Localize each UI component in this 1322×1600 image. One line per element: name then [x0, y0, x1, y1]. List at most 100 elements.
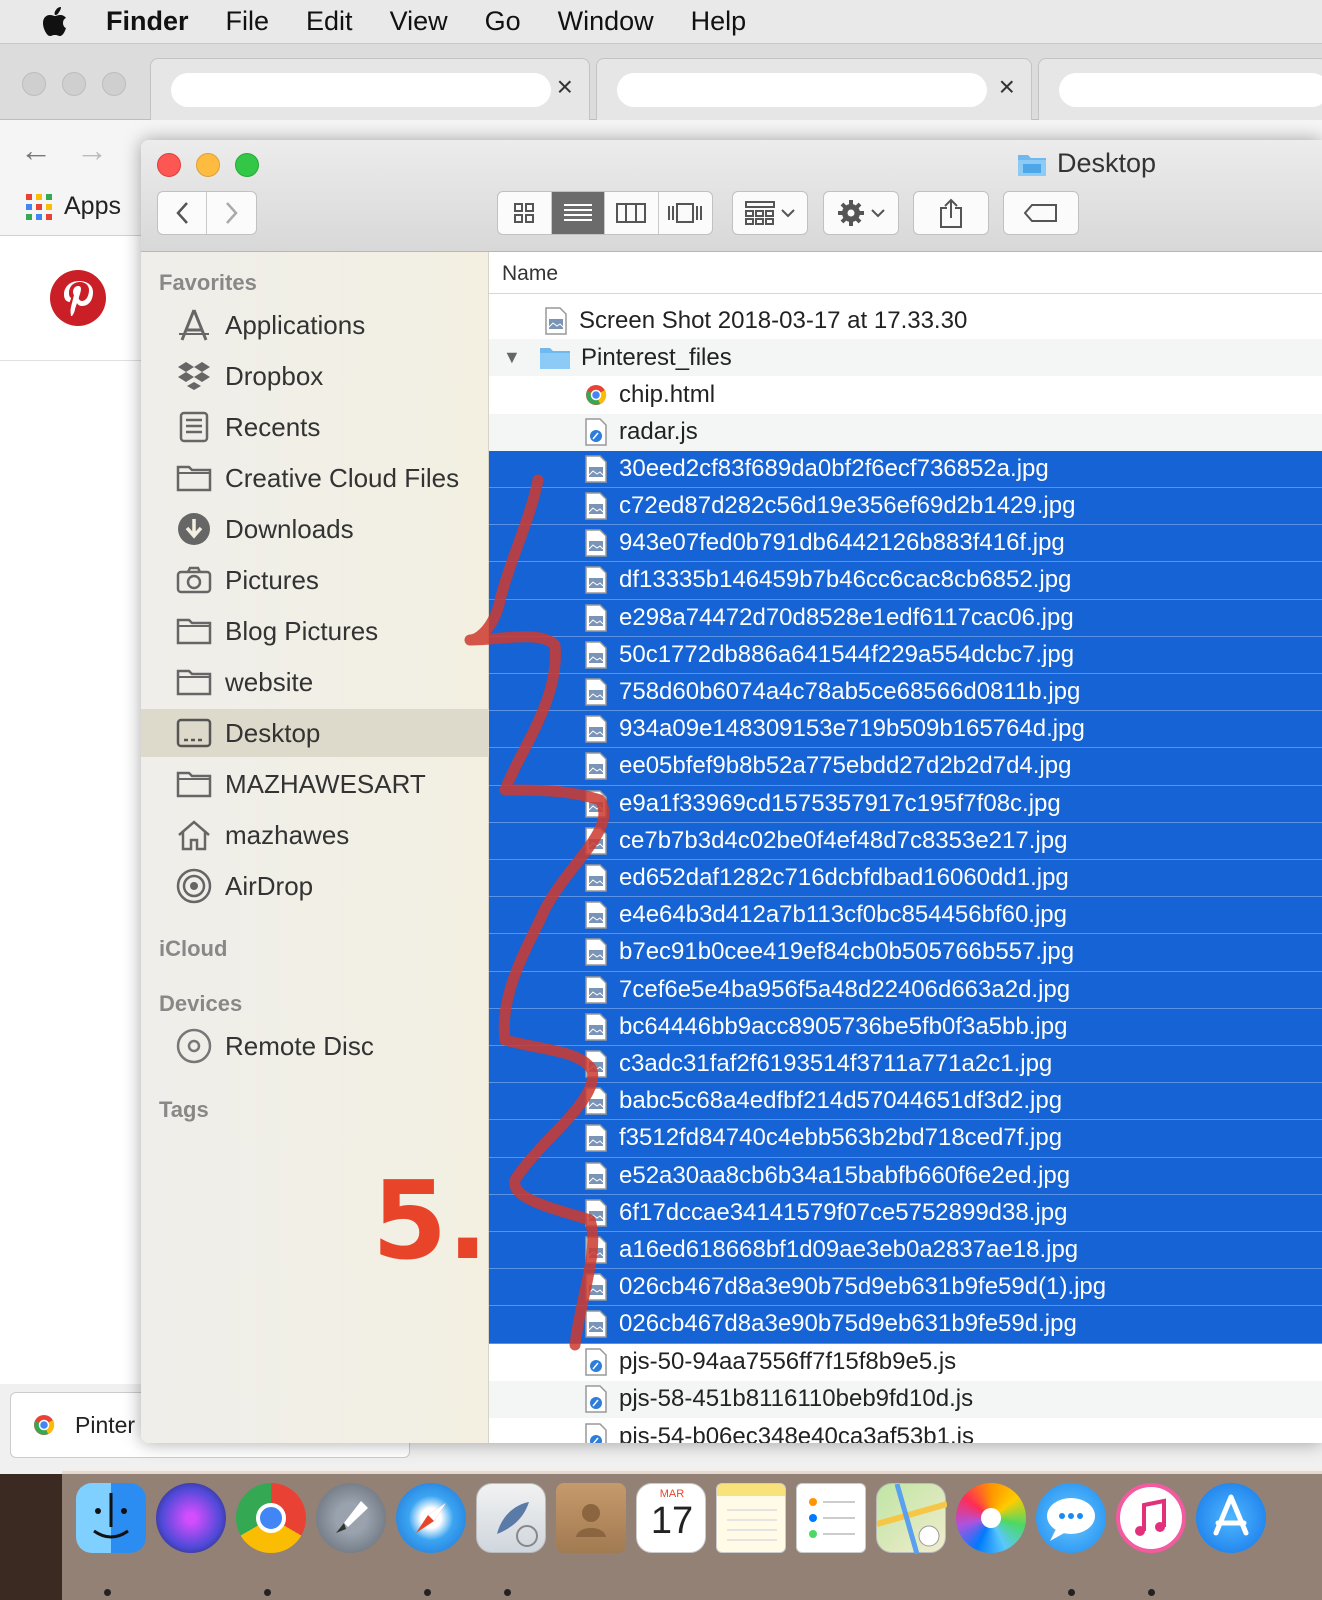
- notes-dock-icon[interactable]: [716, 1483, 786, 1553]
- file-row[interactable]: 6f17dccae34141579f07ce5752899d38.jpg: [489, 1194, 1322, 1232]
- menu-view[interactable]: View: [390, 6, 448, 37]
- chrome-tab[interactable]: ×: [150, 58, 590, 120]
- file-row[interactable]: 943e07fed0b791db6442126b883f416f.jpg: [489, 525, 1322, 563]
- zoom-button[interactable]: [235, 153, 259, 177]
- file-row[interactable]: 758d60b6074a4c78ab5ce68566d0811b.jpg: [489, 674, 1322, 712]
- sidebar-item-applications[interactable]: Applications: [141, 301, 489, 349]
- file-row[interactable]: babc5c68a4edfbf214d57044651df3d2.jpg: [489, 1083, 1322, 1121]
- menu-file[interactable]: File: [226, 6, 270, 37]
- maps-dock-icon[interactable]: [876, 1483, 948, 1555]
- file-name: Pinterest_files: [581, 343, 732, 371]
- file-row[interactable]: a16ed618668bf1d09ae3eb0a2837ae18.jpg: [489, 1232, 1322, 1270]
- sidebar-item-remote-disc[interactable]: Remote Disc: [141, 1022, 489, 1070]
- back-arrow-icon[interactable]: ←: [20, 132, 52, 169]
- sidebar-item-mazhawesart[interactable]: MAZHAWESART: [141, 760, 489, 808]
- sidebar-item-home[interactable]: mazhawes: [141, 811, 489, 859]
- file-row[interactable]: 7cef6e5e4ba956f5a48d22406d663a2d.jpg: [489, 971, 1322, 1009]
- back-button[interactable]: [158, 192, 208, 234]
- file-row[interactable]: 30eed2cf83f689da0bf2f6ecf736852a.jpg: [489, 450, 1322, 488]
- image-file-icon: [583, 1049, 609, 1079]
- list-view-button[interactable]: [551, 192, 605, 234]
- file-row[interactable]: e298a74472d70d8528e1edf6117cac06.jpg: [489, 599, 1322, 637]
- file-row[interactable]: pjs-50-94aa7556ff7f15f8b9e5.js: [489, 1344, 1322, 1381]
- menu-window[interactable]: Window: [558, 6, 654, 37]
- chrome-close-button[interactable]: [22, 72, 46, 96]
- sidebar-item-blog-pictures[interactable]: Blog Pictures: [141, 607, 489, 655]
- icon-view-button[interactable]: [498, 192, 552, 234]
- file-row[interactable]: pjs-58-451b8116110beb9fd10d.js: [489, 1380, 1322, 1418]
- sidebar-item-airdrop[interactable]: AirDrop: [141, 862, 489, 910]
- messages-dock-icon[interactable]: [1036, 1483, 1106, 1553]
- minimize-button[interactable]: [196, 153, 220, 177]
- chrome-minimize-button[interactable]: [62, 72, 86, 96]
- close-tab-icon[interactable]: ×: [999, 71, 1015, 103]
- apple-menu-icon[interactable]: [40, 6, 70, 37]
- file-row[interactable]: 50c1772db886a641544f229a554dcbc7.jpg: [489, 636, 1322, 674]
- bookmark-apps[interactable]: Apps: [26, 192, 121, 221]
- file-row[interactable]: ee05bfef9b8b52a775ebdd27d2b2d7d4.jpg: [489, 748, 1322, 786]
- tags-button[interactable]: [1003, 191, 1079, 235]
- launchpad-dock-icon[interactable]: [316, 1483, 386, 1553]
- file-row[interactable]: df13335b146459b7b46cc6cac8cb6852.jpg: [489, 562, 1322, 600]
- itunes-dock-icon[interactable]: [1116, 1483, 1186, 1553]
- folder-icon: [175, 459, 213, 497]
- column-header-name[interactable]: Name: [489, 252, 1322, 294]
- forward-button[interactable]: [207, 192, 256, 234]
- sidebar-item-desktop[interactable]: Desktop: [141, 709, 489, 757]
- pinterest-logo-icon[interactable]: [50, 270, 106, 326]
- share-button[interactable]: [913, 191, 989, 235]
- disclosure-triangle-icon[interactable]: ▼: [503, 347, 527, 368]
- file-row[interactable]: Screen Shot 2018-03-17 at 17.33.30: [489, 302, 1322, 339]
- forward-arrow-icon[interactable]: →: [76, 132, 108, 169]
- file-row[interactable]: e9a1f33969cd1575357917c195f7f08c.jpg: [489, 785, 1322, 823]
- chrome-tab[interactable]: [1038, 58, 1322, 120]
- chrome-zoom-button[interactable]: [102, 72, 126, 96]
- close-tab-icon[interactable]: ×: [557, 71, 573, 103]
- file-row[interactable]: c3adc31faf2f6193514f3711a771a2c1.jpg: [489, 1046, 1322, 1084]
- finder-dock-icon[interactable]: [76, 1483, 146, 1553]
- menu-finder[interactable]: Finder: [106, 6, 189, 37]
- safari-dock-icon[interactable]: [396, 1483, 466, 1553]
- sidebar-item-pictures[interactable]: Pictures: [141, 556, 489, 604]
- sidebar-item-downloads[interactable]: Downloads: [141, 505, 489, 553]
- siri-dock-icon[interactable]: [156, 1483, 226, 1553]
- sidebar-item-website[interactable]: website: [141, 658, 489, 706]
- sidebar-item-creative-cloud[interactable]: Creative Cloud Files: [141, 454, 489, 502]
- sidebar-item-recents[interactable]: Recents: [141, 403, 489, 451]
- sidebar: Favorites Applications Dropbox Recents C…: [141, 252, 489, 1443]
- close-button[interactable]: [157, 153, 181, 177]
- file-row[interactable]: b7ec91b0cee419ef84cb0b505766b557.jpg: [489, 934, 1322, 972]
- redacted-tab-title: [617, 73, 987, 107]
- arrange-button[interactable]: [732, 191, 808, 235]
- folder-row[interactable]: ▼ Pinterest_files: [489, 339, 1322, 377]
- gallery-view-button[interactable]: [659, 192, 713, 234]
- file-row[interactable]: e52a30aa8cb6b34a15babfb660f6e2ed.jpg: [489, 1157, 1322, 1195]
- app-store-dock-icon[interactable]: [1196, 1483, 1266, 1553]
- file-row[interactable]: radar.js: [489, 413, 1322, 451]
- chrome-tab[interactable]: ×: [596, 58, 1032, 120]
- file-row[interactable]: pjs-54-b06ec348e40ca3af53b1.js: [489, 1418, 1322, 1443]
- mail-dock-icon[interactable]: [476, 1483, 546, 1553]
- file-row[interactable]: chip.html: [489, 376, 1322, 413]
- photos-dock-icon[interactable]: [956, 1483, 1026, 1553]
- menu-help[interactable]: Help: [691, 6, 747, 37]
- file-row[interactable]: e4e64b3d412a7b113cf0bc854456bf60.jpg: [489, 897, 1322, 935]
- file-row[interactable]: 026cb467d8a3e90b75d9eb631b9fe59d.jpg: [489, 1306, 1322, 1344]
- menu-edit[interactable]: Edit: [306, 6, 353, 37]
- calendar-dock-icon[interactable]: MAR 17: [636, 1483, 706, 1553]
- file-row[interactable]: f3512fd84740c4ebb563b2bd718ced7f.jpg: [489, 1120, 1322, 1158]
- contacts-dock-icon[interactable]: [556, 1483, 626, 1553]
- file-row[interactable]: ed652daf1282c716dcbfdbad16060dd1.jpg: [489, 860, 1322, 898]
- column-view-button[interactable]: [605, 192, 659, 234]
- sidebar-item-dropbox[interactable]: Dropbox: [141, 352, 489, 400]
- reminders-dock-icon[interactable]: [796, 1483, 866, 1553]
- file-row[interactable]: 934a09e148309153e719b509b165764d.jpg: [489, 711, 1322, 749]
- file-row[interactable]: 026cb467d8a3e90b75d9eb631b9fe59d(1).jpg: [489, 1269, 1322, 1307]
- file-row[interactable]: bc64446bb9acc8905736be5fb0f3a5bb.jpg: [489, 1008, 1322, 1046]
- action-button[interactable]: [823, 191, 899, 235]
- chrome-dock-icon[interactable]: [236, 1483, 306, 1553]
- menu-go[interactable]: Go: [485, 6, 521, 37]
- sidebar-item-label: website: [225, 666, 314, 697]
- file-row[interactable]: ce7b7b3d4c02be0f4ef48d7c8353e217.jpg: [489, 822, 1322, 860]
- file-row[interactable]: c72ed87d282c56d19e356ef69d2b1429.jpg: [489, 488, 1322, 526]
